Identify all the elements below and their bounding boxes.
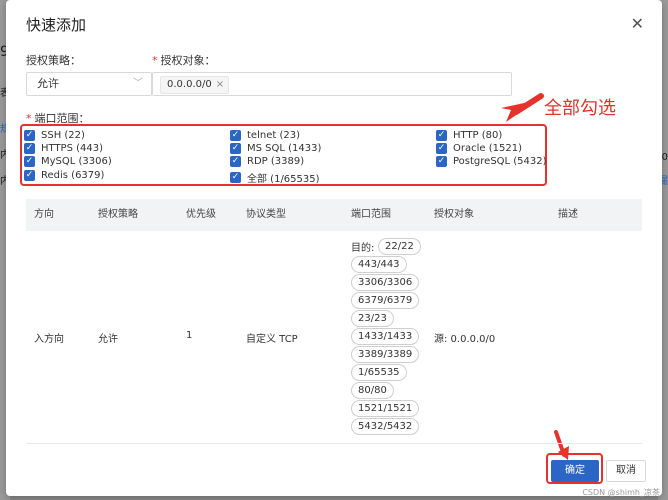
port-chip: 1521/1521 [351,400,420,417]
confirm-button[interactable]: 确定 [551,460,599,482]
cell-priority: 1 [186,330,193,341]
column-header: 授权策略 [98,209,138,220]
table-header: 方向 授权策略 优先级 协议类型 端口范围 授权对象 描述 [26,199,642,231]
column-header: 方向 [34,209,54,220]
cell-target: 源: 0.0.0.0/0 [434,334,496,345]
port-chip: 3306/3306 [351,274,420,291]
column-header: 描述 [558,209,578,220]
cell-direction: 入方向 [34,334,64,345]
port-chip: 22/22 [378,238,421,255]
quick-add-dialog: 快速添加 ✕ 授权策略： 允许 ﹀ * 授权对象： 0.0.0.0/0 × * 端口范… [6,0,662,496]
watermark: CSDN @shimh_凉茶 [582,488,660,497]
cell-policy: 允许 [98,334,118,345]
annotation-text: 全部勾选 [544,98,616,119]
column-header: 授权对象 [434,209,474,220]
column-header: 优先级 [186,209,216,220]
port-chip: 1433/1433 [351,328,420,345]
port-chip: 443/443 [351,256,407,273]
port-chip: 23/23 [351,310,394,327]
port-chip: 80/80 [351,382,394,399]
port-chip: 5432/5432 [351,418,420,435]
port-chip: 1/65535 [351,364,407,381]
cell-port-prefix: 目的: [351,243,375,254]
column-header: 端口范围 [351,209,391,220]
port-chip: 6379/6379 [351,292,420,309]
cell-protocol: 自定义 TCP [246,334,298,345]
port-chip: 3389/3389 [351,346,420,363]
rules-table: 方向 授权策略 优先级 协议类型 端口范围 授权对象 描述 入方向 允许 1 自… [26,199,642,444]
column-header: 协议类型 [246,209,286,220]
cancel-button[interactable]: 取消 [606,460,646,482]
